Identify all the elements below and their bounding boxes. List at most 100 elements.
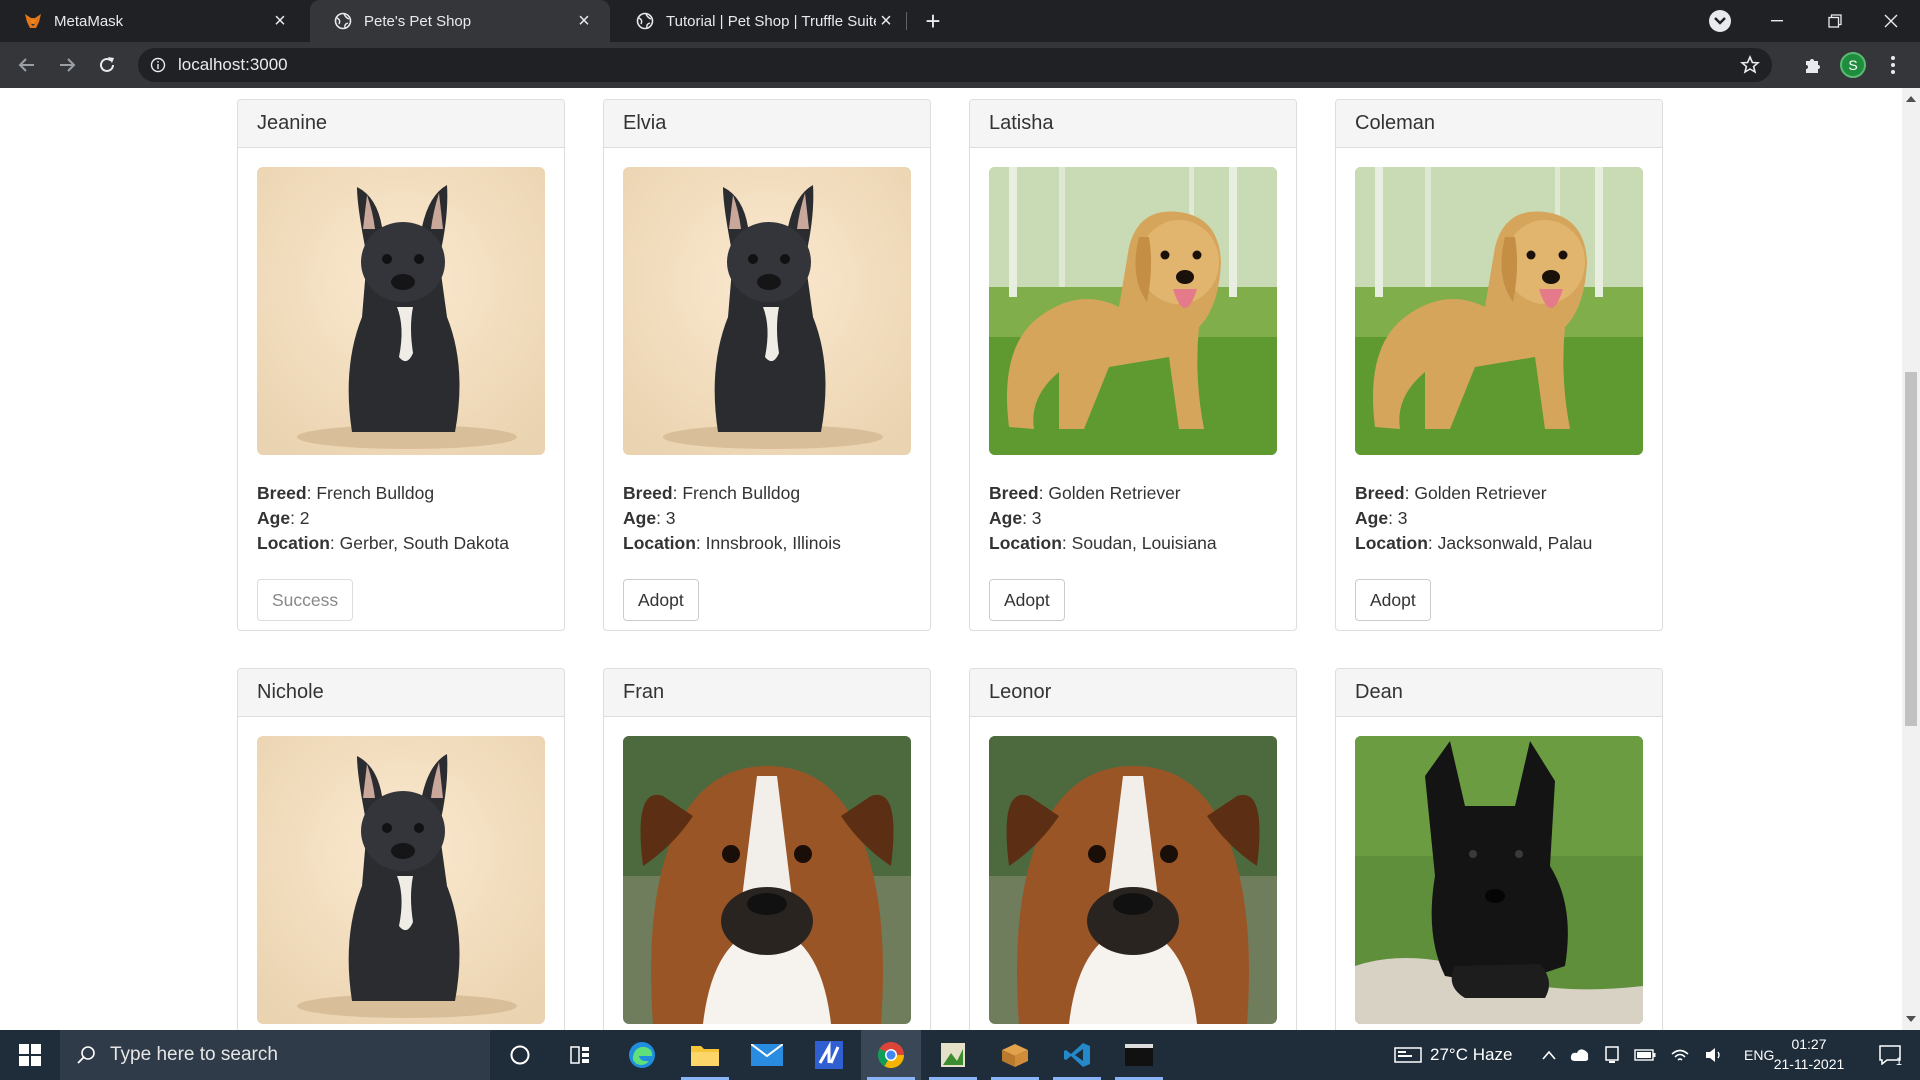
scroll-down-icon[interactable]	[1906, 1016, 1916, 1022]
close-tab-icon[interactable]: ×	[574, 11, 594, 31]
info-icon[interactable]	[150, 57, 166, 73]
pet-location: Innsbrook, Illinois	[705, 533, 841, 553]
close-tab-icon[interactable]: ×	[876, 11, 896, 31]
close-icon	[1884, 14, 1898, 28]
cloud-icon[interactable]	[1570, 1048, 1590, 1062]
vscode-icon	[1064, 1043, 1090, 1067]
pet-name: Latisha	[970, 100, 1296, 148]
taskbar-file-explorer[interactable]	[675, 1030, 735, 1080]
extensions-button[interactable]	[1799, 51, 1827, 79]
back-button[interactable]	[13, 51, 41, 79]
pet-card: Jeanine Breed: French Bulldog Age: 2 Loc…	[237, 99, 565, 631]
battery-icon[interactable]	[1634, 1049, 1656, 1061]
address-bar[interactable]: localhost:3000	[138, 48, 1772, 82]
pet-card: Elvia Breed: French Bulldog Age: 3 Locat…	[603, 99, 931, 631]
french-bulldog-photo	[257, 736, 545, 1024]
pet-age: 3	[665, 508, 676, 528]
new-tab-button[interactable]: +	[918, 6, 948, 36]
task-view-button[interactable]	[550, 1030, 610, 1080]
volume-icon[interactable]	[1704, 1047, 1724, 1063]
pet-card: Latisha Breed: Golden Retriever Age: 3 L…	[969, 99, 1297, 631]
pet-age: 3	[1031, 508, 1042, 528]
breed-label: Breed	[1355, 483, 1405, 503]
adopt-button[interactable]: Success	[257, 579, 354, 621]
pet-name: Nichole	[238, 669, 564, 717]
pet-card: Leonor	[969, 668, 1297, 1030]
puzzle-icon	[1806, 59, 1820, 73]
arrow-right-icon	[60, 58, 76, 72]
close-tab-icon[interactable]: ×	[270, 11, 290, 31]
kebab-menu-icon	[1891, 56, 1895, 74]
close-window-button[interactable]	[1862, 0, 1920, 42]
pet-card: Nichole	[237, 668, 565, 1030]
taskbar-mail[interactable]	[737, 1030, 797, 1080]
boxer-photo	[623, 736, 911, 1024]
profile-button[interactable]: S	[1839, 51, 1867, 79]
system-tray: ENG	[1542, 1030, 1774, 1080]
taskbar-terminal[interactable]	[1109, 1030, 1169, 1080]
clock[interactable]: 01:27 21-11-2021	[1764, 1034, 1854, 1074]
clock-time: 01:27	[1791, 1036, 1827, 1052]
clock-date: 21-11-2021	[1773, 1056, 1845, 1072]
taskbar-package-app[interactable]	[985, 1030, 1045, 1080]
scroll-up-icon[interactable]	[1906, 96, 1916, 102]
pet-location: Soudan, Louisiana	[1071, 533, 1217, 553]
cortana-button[interactable]	[490, 1030, 550, 1080]
device-icon[interactable]	[1604, 1046, 1620, 1064]
location-label: Location	[623, 533, 696, 553]
pet-card: Fran	[603, 668, 931, 1030]
location-label: Location	[257, 533, 330, 553]
tab-metamask[interactable]: MetaMask ×	[0, 0, 306, 42]
tab-petes-pet-shop[interactable]: Pete's Pet Shop ×	[310, 0, 610, 42]
age-label: Age	[257, 508, 291, 528]
adopt-button[interactable]: Adopt	[1355, 579, 1431, 621]
pet-name: Coleman	[1336, 100, 1662, 148]
page-viewport: Jeanine Breed: French Bulldog Age: 2 Loc…	[0, 88, 1902, 1030]
pet-location: Jacksonwald, Palau	[1437, 533, 1593, 553]
taskbar-edge[interactable]	[612, 1030, 672, 1080]
breed-label: Breed	[623, 483, 673, 503]
taskbar-app-blue[interactable]	[799, 1030, 859, 1080]
restore-button[interactable]	[1806, 0, 1864, 42]
browser-menu-button[interactable]	[1879, 51, 1907, 79]
page-scrollbar[interactable]	[1902, 88, 1920, 1030]
start-button[interactable]	[0, 1030, 60, 1080]
golden-retriever-photo	[989, 167, 1277, 455]
restore-icon	[1828, 14, 1842, 28]
taskbar-image-app[interactable]	[923, 1030, 983, 1080]
image-editor-icon	[941, 1043, 965, 1067]
pet-age: 2	[299, 508, 310, 528]
weather-widget[interactable]: 27°C Haze	[1394, 1030, 1512, 1080]
location-label: Location	[989, 533, 1062, 553]
golden-retriever-photo	[1355, 167, 1643, 455]
pet-name: Fran	[604, 669, 930, 717]
edge-icon	[629, 1042, 655, 1068]
adopt-button[interactable]: Adopt	[989, 579, 1065, 621]
app-logo-icon	[815, 1041, 843, 1069]
globe-icon	[334, 12, 352, 30]
notification-center-button[interactable]: 1	[1868, 1030, 1912, 1080]
chevron-up-icon[interactable]	[1542, 1050, 1556, 1060]
reload-button[interactable]	[93, 51, 121, 79]
minimize-button[interactable]	[1748, 0, 1806, 42]
taskbar-chrome[interactable]	[861, 1030, 921, 1080]
forward-button[interactable]	[53, 51, 81, 79]
chevron-down-icon	[1714, 17, 1726, 25]
tab-truffle-tutorial[interactable]: Tutorial | Pet Shop | Truffle Suite ×	[612, 0, 912, 42]
scrollbar-thumb[interactable]	[1905, 372, 1917, 726]
french-bulldog-photo	[257, 167, 545, 455]
french-bulldog-photo	[623, 167, 911, 455]
minimize-icon	[1771, 20, 1783, 22]
age-label: Age	[623, 508, 657, 528]
tab-search-button[interactable]	[1709, 10, 1731, 32]
taskbar-search[interactable]: Type here to search	[60, 1030, 490, 1080]
star-icon[interactable]	[1740, 55, 1760, 75]
reload-icon	[100, 57, 114, 72]
pet-name: Dean	[1336, 669, 1662, 717]
wifi-icon[interactable]	[1670, 1047, 1690, 1063]
adopt-button[interactable]: Adopt	[623, 579, 699, 621]
taskbar-vscode[interactable]	[1047, 1030, 1107, 1080]
task-view-icon	[570, 1046, 589, 1064]
windows-logo-icon	[19, 1044, 41, 1066]
pet-name: Elvia	[604, 100, 930, 148]
